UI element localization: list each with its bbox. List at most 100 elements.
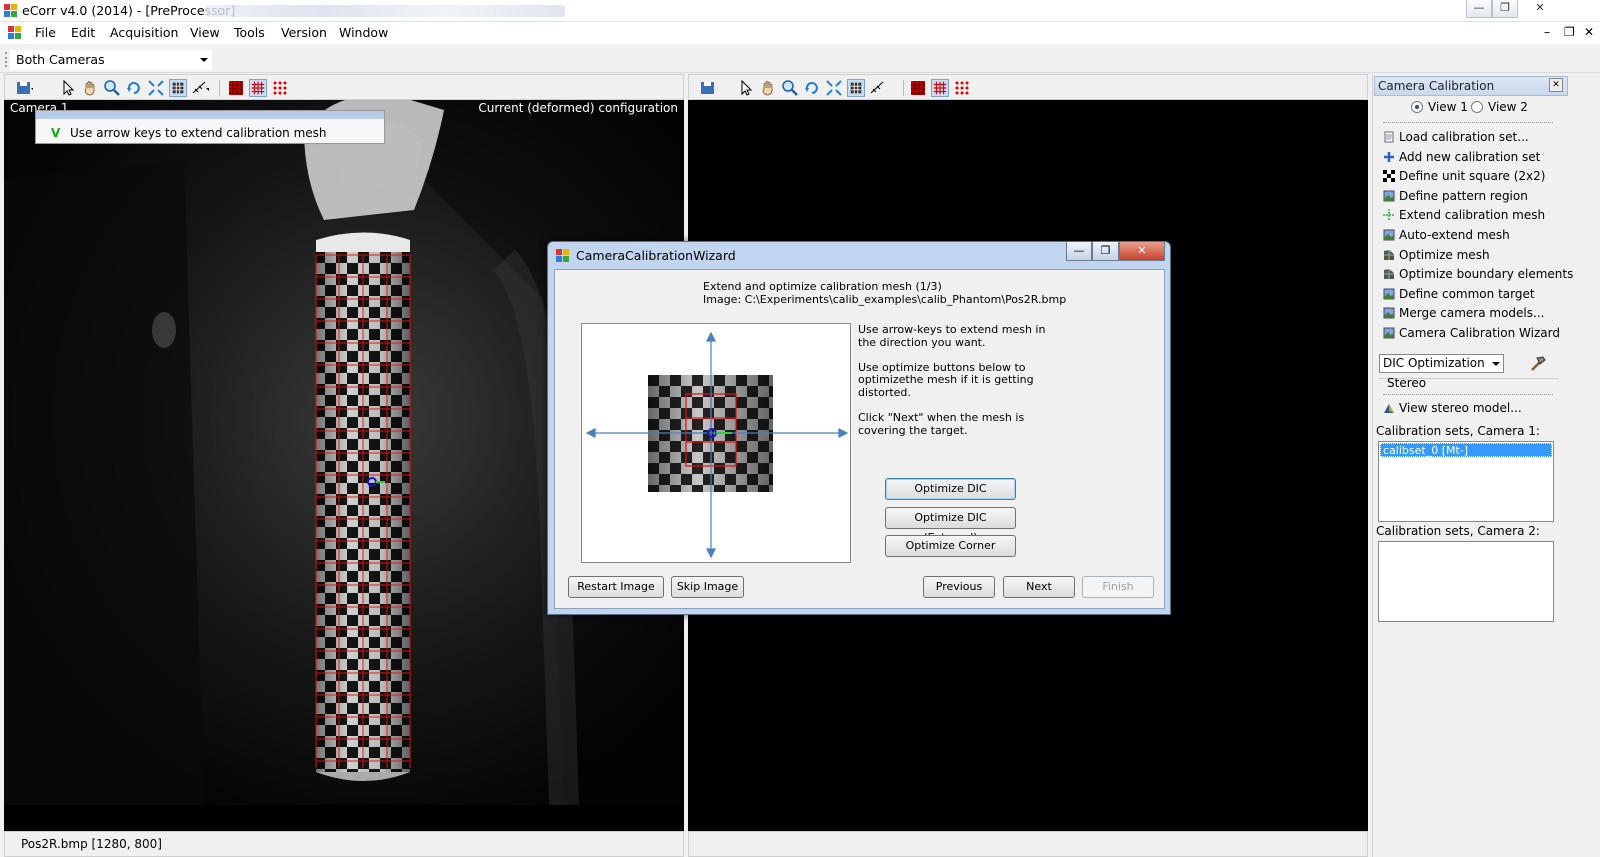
menu-window[interactable]: Window xyxy=(339,25,388,40)
grid-toggle-icon[interactable] xyxy=(847,79,865,97)
save-icon[interactable] xyxy=(699,79,717,97)
image-icon xyxy=(1383,190,1395,202)
method-select[interactable]: DIC Optimization xyxy=(1379,354,1504,373)
method-select-value: DIC Optimization xyxy=(1383,356,1485,370)
optimize-dic-button[interactable]: Optimize DIC xyxy=(885,478,1016,500)
menu-edit[interactable]: Edit xyxy=(71,25,95,40)
restore-button[interactable]: ❐ xyxy=(1492,0,1518,18)
mesh-red-icon[interactable] xyxy=(227,79,245,97)
view-1-label: View 1 xyxy=(1428,100,1468,114)
action-define-pattern-region[interactable]: Define pattern region xyxy=(1383,189,1528,207)
action-camera-calibration-wizard[interactable]: Camera Calibration Wizard xyxy=(1383,326,1560,344)
action-label: Optimize boundary elements xyxy=(1399,267,1574,282)
mesh-red-icon[interactable] xyxy=(909,79,927,97)
dialog-maximize-button[interactable]: ❐ xyxy=(1092,242,1119,261)
rotate-icon[interactable] xyxy=(803,79,821,97)
zoom-icon[interactable] xyxy=(103,79,121,97)
rotate-icon[interactable] xyxy=(125,79,143,97)
action-define-unit-square-2x2[interactable]: Define unit square (2x2) xyxy=(1383,169,1545,187)
skip-image-button[interactable]: Skip Image xyxy=(671,576,744,598)
menu-view[interactable]: View xyxy=(190,25,220,40)
optimize-corner-button[interactable]: Optimize Corner xyxy=(885,535,1016,557)
minimize-button[interactable]: — xyxy=(1466,0,1492,18)
instruction-line: Use optimize buttons below to xyxy=(858,360,1026,374)
camera-select[interactable]: Both Cameras xyxy=(10,50,212,70)
app-icon xyxy=(4,4,17,17)
menu-file[interactable]: File xyxy=(35,25,56,40)
panel-close-icon[interactable]: ✕ xyxy=(1549,78,1563,92)
calibration-wizard-dialog: CameraCalibrationWizard — ❐ ✕ Extend and… xyxy=(547,241,1171,615)
action-optimize-boundary-elements[interactable]: Optimize boundary elements xyxy=(1383,267,1573,285)
action-label: Camera Calibration Wizard xyxy=(1399,326,1560,340)
view-2-radio[interactable]: View 2 xyxy=(1471,100,1528,114)
hint-tooltip: V Use arrow keys to extend calibration m… xyxy=(35,110,385,144)
pan-hand-icon[interactable] xyxy=(759,79,777,97)
instruction-line: covering the target. xyxy=(858,423,968,437)
action-extend-calibration-mesh[interactable]: Extend calibration mesh xyxy=(1383,208,1545,226)
action-define-common-target[interactable]: Define common target xyxy=(1383,287,1535,305)
pan-hand-icon[interactable] xyxy=(81,79,99,97)
restart-image-button[interactable]: Restart Image xyxy=(568,576,664,598)
hammer-icon[interactable] xyxy=(1528,354,1548,374)
divider xyxy=(1383,122,1553,123)
menu-version[interactable]: Version xyxy=(281,25,327,40)
panel-title: Camera Calibration xyxy=(1378,79,1495,93)
camera-2-sets-list[interactable] xyxy=(1378,541,1554,622)
action-merge-camera-models[interactable]: Merge camera models... xyxy=(1383,306,1544,324)
action-optimize-mesh[interactable]: Optimize mesh xyxy=(1383,248,1490,266)
toolbar-separator xyxy=(219,80,220,96)
view-1-radio[interactable]: View 1 xyxy=(1411,100,1468,114)
menu-bar: File Edit Acquisition View Tools Version… xyxy=(0,22,1600,44)
next-button[interactable]: Next xyxy=(1003,576,1075,598)
save-icon[interactable] xyxy=(15,79,33,97)
action-load-calibration-set[interactable]: Load calibration set... xyxy=(1383,130,1529,148)
fit-view-icon[interactable] xyxy=(147,79,165,97)
title-bar: eCorr v4.0 (2014) - [PreProcessor] — ❐ ✕ xyxy=(0,0,1600,22)
zoom-icon[interactable] xyxy=(781,79,799,97)
blurred-path xyxy=(205,5,565,17)
list-item[interactable]: calibset_0 [Mt-] xyxy=(1380,443,1552,457)
instruction-line: Use arrow-keys to extend mesh in xyxy=(858,323,1046,336)
action-auto-extend-mesh[interactable]: Auto-extend mesh xyxy=(1383,228,1510,246)
camera-toolbar: Both Cameras xyxy=(0,46,1600,73)
measure-icon[interactable] xyxy=(869,79,887,97)
preview-image xyxy=(585,331,849,559)
plus-icon xyxy=(1384,151,1394,162)
pointer-icon[interactable] xyxy=(59,79,77,97)
dialog-title: CameraCalibrationWizard xyxy=(576,248,736,263)
action-label: Define unit square (2x2) xyxy=(1399,169,1546,184)
mdi-restore-button[interactable]: ❐ xyxy=(1564,25,1575,39)
dialog-close-button[interactable]: ✕ xyxy=(1119,242,1165,261)
checker-icon xyxy=(1383,170,1395,183)
action-label: Merge camera models... xyxy=(1399,306,1545,321)
measure-icon[interactable] xyxy=(191,79,209,97)
camera-1-status: Pos2R.bmp [1280, 800] xyxy=(4,831,684,857)
mesh-icon xyxy=(1384,269,1394,280)
menu-tools[interactable]: Tools xyxy=(234,25,265,40)
toolbar-grip[interactable] xyxy=(5,52,7,67)
document-icon xyxy=(1384,131,1394,143)
previous-button[interactable]: Previous xyxy=(923,576,995,598)
mesh-dots-icon[interactable] xyxy=(953,79,971,97)
action-label: Add new calibration set xyxy=(1399,149,1541,164)
mesh-lines-icon[interactable] xyxy=(931,79,949,97)
action-add-new-calibration-set[interactable]: Add new calibration set xyxy=(1383,150,1540,168)
mesh-dots-icon[interactable] xyxy=(271,79,289,97)
pointer-icon[interactable] xyxy=(737,79,755,97)
menu-acquisition[interactable]: Acquisition xyxy=(110,25,178,40)
camera-1-sets-label: Calibration sets, Camera 1: xyxy=(1376,424,1540,438)
instruction-line: the direction you want. xyxy=(858,335,986,349)
mdi-minimize-button[interactable]: – xyxy=(1544,25,1550,39)
check-icon: V xyxy=(51,126,61,140)
stereo-icon xyxy=(1384,404,1394,413)
mesh-lines-icon[interactable] xyxy=(249,79,267,97)
mdi-close-button[interactable]: ✕ xyxy=(1584,25,1594,39)
fit-view-icon[interactable] xyxy=(825,79,843,97)
optimize-dic-external-button[interactable]: Optimize DIC (External) xyxy=(885,507,1016,544)
child-window-icon xyxy=(8,26,21,39)
close-button[interactable]: ✕ xyxy=(1518,0,1562,18)
camera-1-sets-list[interactable]: calibset_0 [Mt-] xyxy=(1378,441,1554,522)
view-stereo-model[interactable]: View stereo model... xyxy=(1383,401,1522,419)
dialog-minimize-button[interactable]: — xyxy=(1066,242,1092,261)
grid-toggle-icon[interactable] xyxy=(169,79,187,97)
